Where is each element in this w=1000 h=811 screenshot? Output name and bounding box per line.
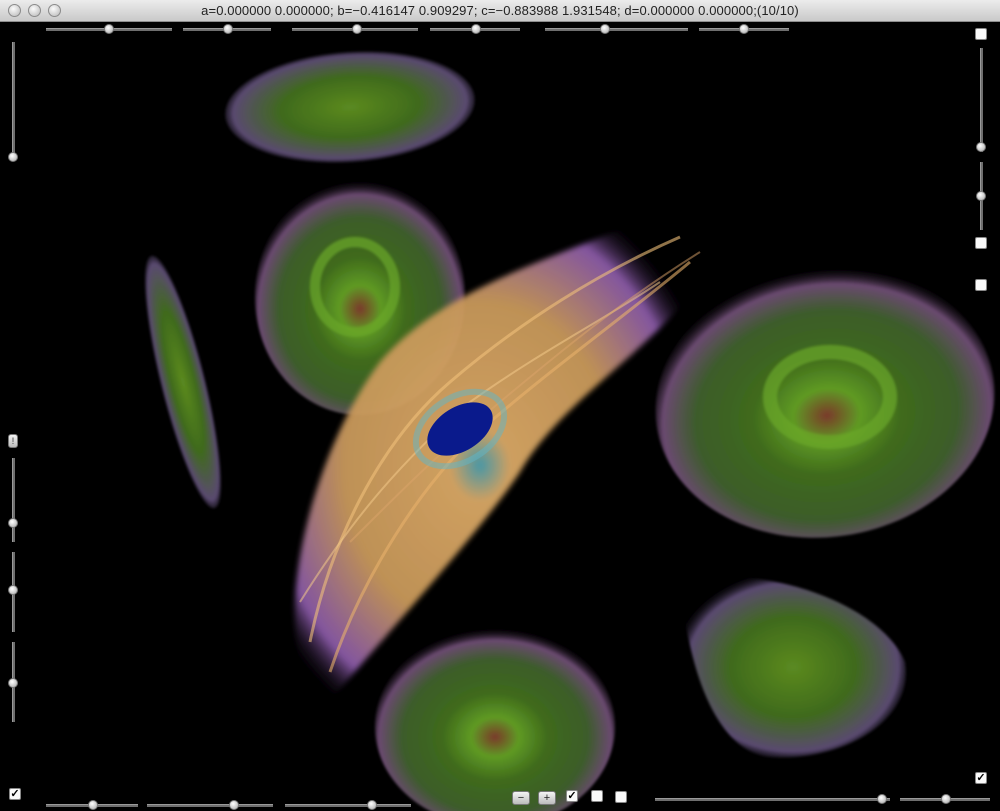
- slider-top-4[interactable]: [430, 24, 520, 34]
- slider-left-1[interactable]: [8, 42, 18, 162]
- slider-bottom-2[interactable]: [147, 800, 273, 810]
- slider-thumb[interactable]: [976, 142, 986, 152]
- slider-thumb[interactable]: [223, 24, 233, 34]
- minus-button[interactable]: −: [512, 791, 530, 805]
- slider-right-2[interactable]: [976, 162, 986, 230]
- minimize-icon[interactable]: [28, 4, 41, 17]
- cell-bottom: [375, 627, 615, 811]
- checkbox-right-mid-1[interactable]: [975, 237, 987, 249]
- slider-thumb[interactable]: [877, 794, 887, 804]
- slider-thumb[interactable]: [8, 585, 18, 595]
- plus-button[interactable]: +: [538, 791, 556, 805]
- slider-top-3[interactable]: [292, 24, 418, 34]
- slider-top-6[interactable]: [699, 24, 789, 34]
- slider-thumb[interactable]: [739, 24, 749, 34]
- checkbox-bottom-center-1[interactable]: ✓: [566, 790, 578, 802]
- slider-thumb[interactable]: [8, 518, 18, 528]
- app-window: a=0.000000 0.000000; b=−0.416147 0.90929…: [0, 0, 1000, 811]
- slider-bottom-4[interactable]: [655, 794, 890, 804]
- slider-left-2[interactable]: [8, 458, 18, 542]
- slider-bottom-3[interactable]: [285, 800, 411, 810]
- window-controls: [8, 4, 61, 17]
- slider-thumb[interactable]: [229, 800, 239, 810]
- info-button[interactable]: !: [8, 434, 18, 448]
- checkbox-bottom-center-2[interactable]: [591, 790, 603, 802]
- slider-thumb[interactable]: [88, 800, 98, 810]
- checkbox-bottom-left[interactable]: ✓: [9, 788, 21, 800]
- cell-top: [225, 51, 475, 163]
- slider-top-2[interactable]: [183, 24, 271, 34]
- checkbox-bottom-center-3[interactable]: [615, 791, 627, 803]
- slider-bottom-1[interactable]: [46, 800, 138, 810]
- slider-thumb[interactable]: [367, 800, 377, 810]
- close-icon[interactable]: [8, 4, 21, 17]
- title-bar: a=0.000000 0.000000; b=−0.416147 0.90929…: [0, 0, 1000, 22]
- checkbox-right-mid-2[interactable]: [975, 279, 987, 291]
- slider-right-1[interactable]: [976, 48, 986, 152]
- slider-left-3[interactable]: [8, 552, 18, 632]
- slider-top-1[interactable]: [46, 24, 172, 34]
- attractor-canvas[interactable]: [0, 22, 1000, 811]
- zoom-icon[interactable]: [48, 4, 61, 17]
- cell-sliver: [144, 255, 222, 509]
- cell-lower-right: [680, 576, 906, 758]
- slider-thumb[interactable]: [352, 24, 362, 34]
- window-title: a=0.000000 0.000000; b=−0.416147 0.90929…: [201, 3, 799, 18]
- slider-top-5[interactable]: [545, 24, 688, 34]
- checkbox-bottom-right[interactable]: ✓: [975, 772, 987, 784]
- slider-thumb[interactable]: [976, 191, 986, 201]
- slider-bottom-5[interactable]: [900, 794, 990, 804]
- slider-thumb[interactable]: [941, 794, 951, 804]
- slider-thumb[interactable]: [600, 24, 610, 34]
- slider-thumb[interactable]: [8, 678, 18, 688]
- checkbox-top-right[interactable]: [975, 28, 987, 40]
- slider-thumb[interactable]: [471, 24, 481, 34]
- slider-thumb[interactable]: [8, 152, 18, 162]
- slider-thumb[interactable]: [104, 24, 114, 34]
- slider-left-4[interactable]: [8, 642, 18, 722]
